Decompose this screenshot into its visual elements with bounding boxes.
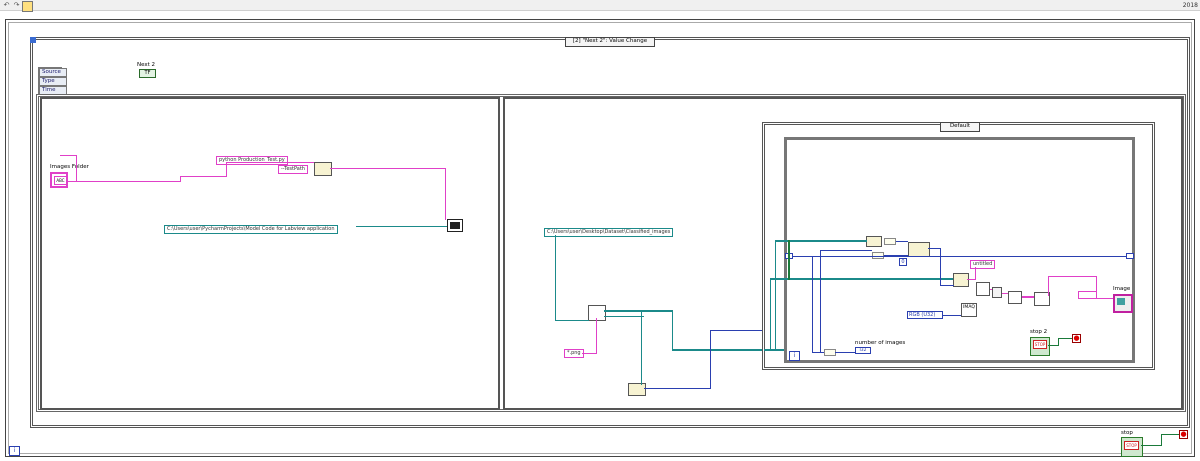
array-size-node[interactable] [628,383,646,396]
event-data-type: Type [39,77,67,86]
system-exec-node[interactable] [447,219,463,232]
concatenate-strings-node[interactable] [314,162,332,176]
stop2-label: stop 2 [1030,329,1048,335]
event-timeout-icon [30,37,36,43]
dataset-path-constant[interactable]: C:\Users\user\Desktop\Dataset\Classified… [544,228,674,237]
next2-terminal[interactable]: TF [139,69,156,78]
case-selector-default[interactable]: Default [940,122,980,132]
number-of-images-indicator[interactable]: I32 [855,347,871,354]
images-folder-control[interactable]: ABC [50,172,68,188]
stop-button[interactable]: STOP [1121,437,1143,457]
event-case-label: [2] "Next 2": Value Change [572,38,648,44]
increment-node[interactable] [884,238,896,245]
images-folder-label: Images Folder [50,164,89,170]
build-path-node[interactable] [953,273,969,287]
stop-button-text: STOP [1124,441,1139,450]
toolbar-number: 2018 [1182,2,1198,9]
shift-register-right[interactable] [1126,253,1134,259]
rgb-u32-label: RGB (U32) [909,312,936,318]
working-directory-constant[interactable]: C:\Users\user\PycharmProjects\Model Code… [164,225,338,234]
block-diagram-toolbar: ↶ ↷ 2018 [0,0,1200,12]
imaq-create-node[interactable]: IMAQ [961,303,977,317]
stop2-button[interactable]: STOP [1030,337,1050,356]
png-pattern-constant[interactable]: *.png [564,349,584,358]
imaq-create-label: IMAQ [963,305,975,310]
image-label: Image [1113,286,1131,292]
select-node[interactable] [908,242,930,257]
stop2-button-text: STOP [1033,340,1047,349]
image-indicator[interactable] [1113,294,1133,313]
imaq-merge-node[interactable] [992,287,1002,298]
sequence-frame-left [40,97,500,410]
zero-constant[interactable]: 0 [899,258,907,266]
list-folder-node[interactable] [588,305,606,321]
imaq-copy-node[interactable] [1008,291,1022,304]
untitled-constant[interactable]: untitled [970,260,996,269]
inner-loop-condition[interactable]: ● [1072,334,1081,343]
event-case-selector[interactable]: [2] "Next 2": Value Change [565,37,655,47]
inner-loop-iteration-terminal[interactable]: i [789,351,800,361]
undo-icon[interactable]: ↶ [2,1,11,10]
imaq-readfile-node[interactable] [976,282,990,296]
highlight-execution-icon[interactable] [22,1,33,12]
outer-loop-condition[interactable]: ● [1179,430,1188,439]
stop-label: stop [1121,430,1133,436]
next2-label: Next 2 [137,62,156,68]
event-data-source: Source [39,68,67,77]
index-array-node[interactable] [866,236,882,247]
number-of-images-label: number of images [855,340,906,346]
redo-icon[interactable]: ↷ [12,1,21,10]
event-data-node[interactable]: Source Type Time [38,67,67,95]
case-default-label: Default [949,123,971,129]
testpath-constant[interactable]: --TestPath [278,165,308,174]
rgb-u32-selector[interactable]: RGB (U32) [907,311,943,319]
outer-loop-iteration-terminal[interactable]: i [9,446,20,456]
